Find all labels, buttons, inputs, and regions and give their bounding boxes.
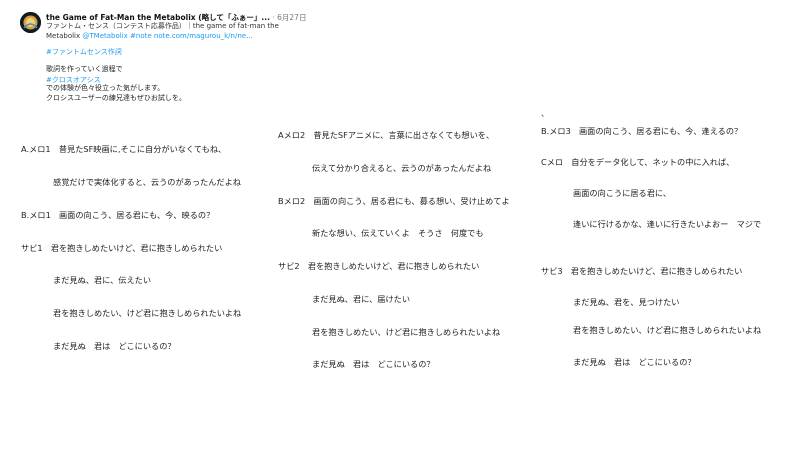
lyric-line: 新たな想い、伝えていくよ そうさ 何度でも — [312, 228, 484, 238]
author-name[interactable]: the Game of Fat-Man the Metabolix (略して「ふ… — [46, 13, 270, 22]
desc-line-3: クロシスユーザーの練兄達もぜひお試しを。 — [46, 93, 186, 102]
lyric-sabi-2: サビ2 君を抱きしめたいけど、君に抱きしめられたい — [278, 261, 480, 271]
avatar[interactable] — [20, 12, 41, 33]
hashtag-cross-oasis[interactable]: #クロスオアシス — [46, 75, 101, 85]
lyric-line: まだ見ぬ 君は どこにいるの？ — [53, 341, 176, 351]
lyric-b-melo-1: B.メロ1 画面の向こう、居る君にも、今、映るの？ — [21, 210, 215, 220]
lyric-line: まだ見ぬ 君は どこにいるの？ — [573, 357, 696, 367]
note-hashtag-link[interactable]: #note — [128, 32, 152, 40]
url-link[interactable]: note.com/magurou_k/n/ne... — [152, 32, 253, 40]
desc-line-1: 歌詞を作っていく過程で — [46, 65, 123, 73]
lyric-line: 感覚だけで実体化すると、云うのがあったんだよね — [53, 177, 241, 187]
lyric-sabi-1: サビ1 君を抱きしめたいけど、君に抱きしめられたい — [21, 243, 223, 253]
mention-link[interactable]: @TMetabolix — [82, 32, 127, 40]
lyric-line: まだ見ぬ、君に、届けたい — [312, 294, 411, 304]
stray-mark: 、 — [541, 109, 549, 118]
title-line-1: ファントム・センス（コンテスト応募作品）｜the game of fat-man… — [46, 22, 279, 30]
title-line-2: Metabolix @TMetabolix #note note.com/mag… — [46, 32, 308, 42]
hashtag-phantom-sense[interactable]: #ファントムセンス作詞 — [46, 47, 122, 57]
lyric-line: まだ見ぬ、君に、伝えたい — [53, 275, 152, 285]
lyric-line: 君を抱きしめたい、けど君に抱きしめられたいよね — [312, 327, 501, 337]
lyric-line: まだ見ぬ 君は どこにいるの？ — [312, 359, 435, 369]
lyric-line: 君を抱きしめたい、けど君に抱きしめられたいよね — [53, 308, 242, 318]
lyric-line: 画面の向こうに居る君に、 — [573, 188, 672, 198]
lyric-b-melo-2: Bメロ2 画面の向こう、居る君にも、募る想い、受け止めてよ — [278, 196, 510, 206]
lyric-sabi-3: サビ3 君を抱きしめたいけど、君に抱きしめられたい — [541, 266, 743, 276]
post-title: ファントム・センス（コンテスト応募作品）｜the game of fat-man… — [46, 22, 308, 41]
lyric-line: 君を抱きしめたい、けど君に抱きしめられたいよね — [573, 325, 762, 335]
lyric-b-melo-3: B.メロ3 画面の向こう、居る君にも、今、逢えるの？ — [541, 126, 743, 136]
desc-line-2: での体験が色々役立った気がします。 — [46, 84, 165, 92]
post-date[interactable]: 6月27日 — [277, 13, 306, 22]
lyric-line: まだ見ぬ、君を、見つけたい — [573, 297, 680, 307]
avatar-image — [20, 12, 41, 33]
lyric-line: 逢いに行けるかな、逢いに行きたいよおー マジで — [573, 219, 762, 229]
lyric-line: 伝えて分かり合えると、云うのがあったんだよね — [312, 163, 492, 173]
lyric-c-melo: Cメロ 自分をデータ化して、ネットの中に入れば、 — [541, 157, 735, 167]
lyric-a-melo-2: Aメロ2 昔見たSFアニメに、言葉に出さなくても想いを、 — [278, 130, 495, 140]
title-line-2-text: Metabolix — [46, 31, 83, 40]
lyric-a-melo-1: A.メロ1 昔見たSF映画に,そこに自分がいなくてもね、 — [21, 144, 227, 154]
